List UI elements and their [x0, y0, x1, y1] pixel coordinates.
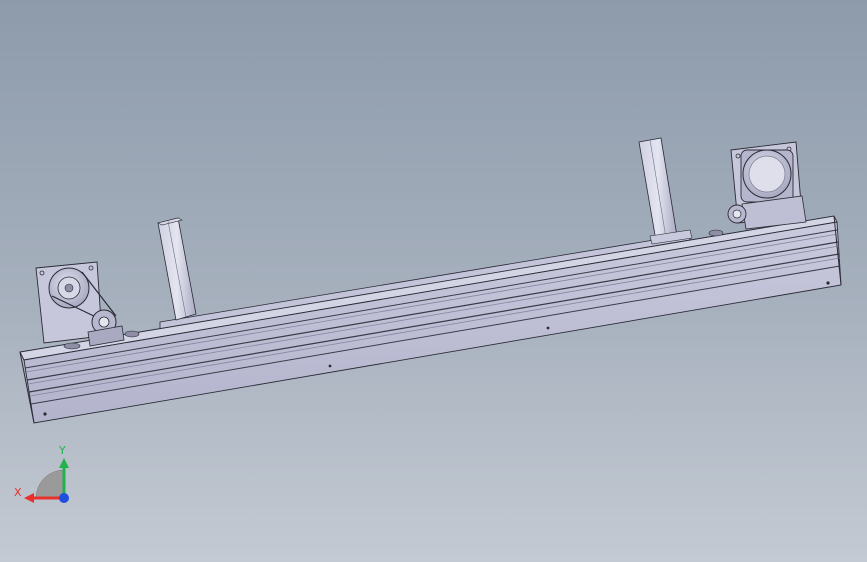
cad-viewport[interactable]: Y X — [0, 0, 867, 562]
rail-beam — [19, 215, 842, 424]
z-axis-dot — [59, 493, 69, 503]
y-axis-label: Y — [58, 444, 66, 457]
axis-triad: Y X — [14, 444, 69, 503]
right-motor — [708, 141, 807, 237]
left-motor — [35, 261, 140, 350]
left-post — [157, 217, 197, 321]
x-axis-label: X — [14, 486, 22, 499]
conveyor-model[interactable] — [0, 0, 867, 562]
right-post — [638, 137, 693, 245]
